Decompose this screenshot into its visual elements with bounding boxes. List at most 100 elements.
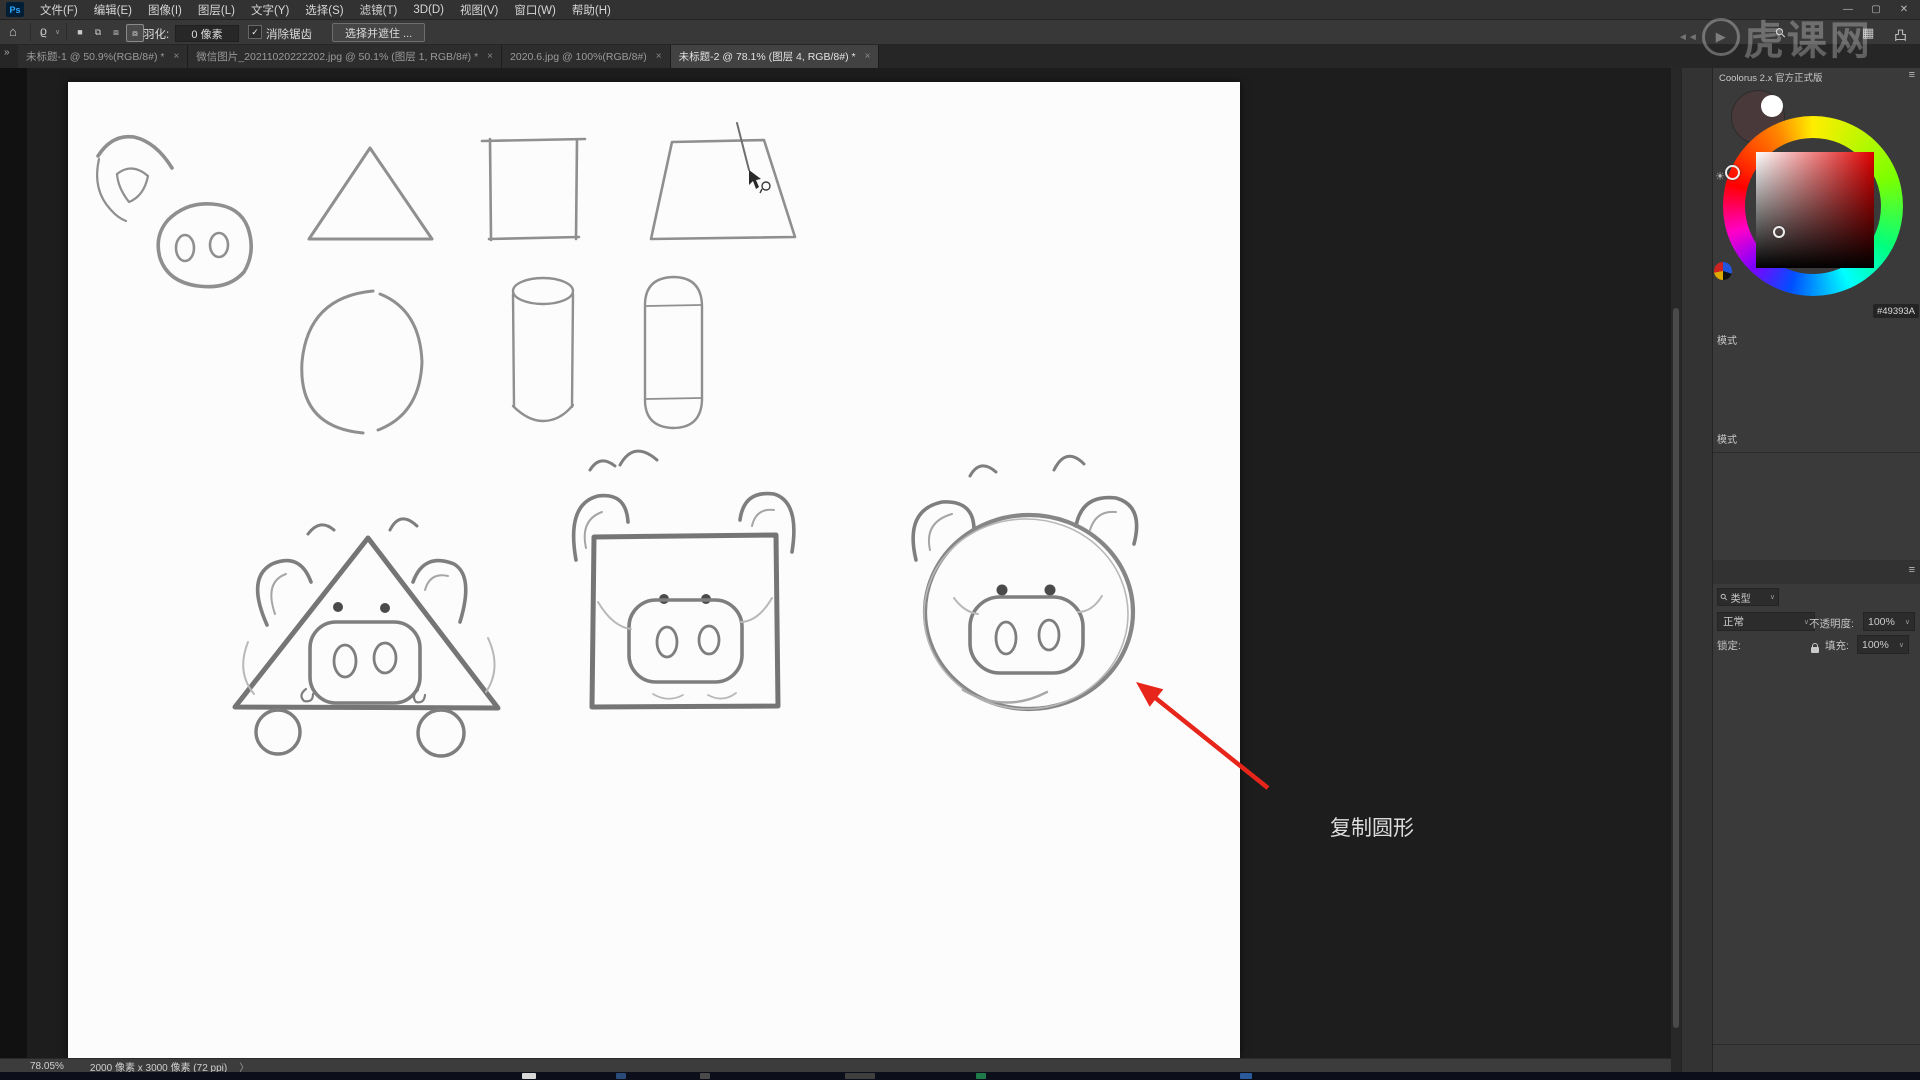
document-tab[interactable]: 微信图片_20211020222202.jpg @ 50.1% (图层 1, R… [188, 45, 503, 68]
fill-label: 填充: [1825, 640, 1849, 652]
minimize-button[interactable]: — [1834, 0, 1862, 19]
fill-value: 100% [1862, 638, 1889, 651]
menu-item[interactable]: 帮助(H) [564, 2, 619, 18]
layer-filter-dropdown[interactable]: ⚲ 类型 ∨ [1717, 588, 1779, 606]
status-bar: 78.05% 2000 像素 x 3000 像素 (72 ppi) 〉 [0, 1058, 1671, 1074]
home-icon[interactable]: ⌂ [9, 24, 17, 39]
opacity-label: 不透明度: [1809, 618, 1854, 630]
tab-close-icon[interactable]: × [656, 51, 662, 62]
menu-item[interactable]: 图像(I) [140, 2, 190, 18]
menu-item[interactable]: 滤镜(T) [352, 2, 406, 18]
background-color-swatch[interactable] [1761, 95, 1783, 117]
document-tab[interactable]: 未标题-2 @ 78.1% (图层 4, RGB/8#) * × [670, 45, 880, 68]
windows-taskbar[interactable] [0, 1072, 1920, 1080]
blend-mode-select[interactable]: 正常 ∨ [1717, 612, 1815, 631]
coolorus-mode-label: 模式 [1717, 336, 1737, 347]
sketch-square-pig [571, 449, 796, 710]
window-controls: — ▢ ✕ [1834, 0, 1918, 19]
coolorus-menu-icon[interactable]: ≡ [1909, 69, 1915, 81]
menu-item[interactable]: 视图(V) [452, 2, 506, 18]
sketch-drawing [96, 122, 1139, 758]
add-to-selection-icon[interactable]: ⧉ [90, 24, 106, 40]
saturation-value-square[interactable] [1756, 152, 1874, 268]
menu-item[interactable]: 窗口(W) [506, 2, 564, 18]
canvas-vertical-scrollbar[interactable] [1671, 68, 1681, 1072]
new-selection-icon[interactable]: ■ [72, 24, 88, 40]
layer-filter-caret: ∨ [1769, 594, 1775, 601]
hue-marker[interactable] [1725, 165, 1740, 180]
opacity-select[interactable]: 100% ∨ [1863, 612, 1915, 631]
tab-label: 2020.6.jpg @ 100%(RGB/8#) [510, 50, 647, 63]
tab-close-icon[interactable]: × [865, 51, 871, 62]
layers-menu-icon[interactable]: ≡ [1909, 564, 1915, 576]
menu-item[interactable]: 文件(F) [32, 2, 86, 18]
tab-close-icon[interactable]: × [487, 51, 493, 62]
antialias-checkbox[interactable]: ✓ [248, 25, 262, 39]
selection-mode-group: ■ ⧉ ⧈ ⧇ [72, 24, 144, 42]
coolorus-title: Coolorus 2.x 官方正式版 [1719, 73, 1823, 84]
color-modes-label: 模式 [1717, 435, 1737, 446]
workspace-icon[interactable]: ▦ [1862, 25, 1874, 41]
annotation-text: 复制圆形 [1330, 817, 1414, 840]
maximize-button[interactable]: ▢ [1862, 0, 1890, 19]
select-and-mask-button[interactable]: 选择并遮住 ... [332, 23, 426, 42]
lasso-tool-icon[interactable]: ϱ [40, 24, 47, 38]
document-tab[interactable]: 未标题-1 @ 50.9%(RGB/8#) * × [18, 45, 189, 68]
tab-label: 未标题-1 @ 50.9%(RGB/8#) * [26, 51, 165, 63]
tool-dropdown-icon[interactable]: ∨ [55, 28, 60, 36]
taskbar-icon[interactable] [700, 1073, 710, 1079]
layer-search-icon: ⚲ [1718, 590, 1730, 603]
color-scheme-icon[interactable] [1714, 262, 1732, 280]
taskbar-icon[interactable] [522, 1073, 536, 1079]
menu-item[interactable]: 文字(Y) [243, 2, 297, 18]
menu-bar: Ps 文件(F) 编辑(E) 图像(I) 图层(L) 文字(Y) 选择(S) 滤镜(T) 3D… [0, 0, 1920, 20]
menu-item[interactable]: 3D(D) [405, 4, 452, 16]
scrollbar-thumb[interactable] [1673, 308, 1679, 1028]
menu-items: 文件(F) 编辑(E) 图像(I) 图层(L) 文字(Y) 选择(S) 滤镜(T) 3D(D)… [32, 0, 619, 19]
sketch-triangle-pig [232, 517, 501, 758]
taskbar-icon[interactable] [976, 1073, 986, 1079]
layers-panel-tabs: ≡ [1713, 560, 1920, 584]
sketch-triangle [307, 146, 434, 241]
menu-item[interactable]: 选择(S) [297, 2, 351, 18]
feather-label: 羽化: [143, 29, 170, 41]
lock-label: 锁定: [1717, 640, 1741, 652]
taskbar-active-icon[interactable] [845, 1073, 875, 1079]
share-icon[interactable]: 凸 [1894, 25, 1907, 44]
fill-caret: ∨ [1898, 641, 1904, 649]
menu-item[interactable]: 编辑(E) [86, 2, 140, 18]
taskbar-icon[interactable] [616, 1073, 626, 1079]
feather-input[interactable]: 0 像素 [175, 25, 239, 42]
sketch-pig-ear [96, 134, 174, 223]
tab-label: 微信图片_20211020222202.jpg @ 50.1% (图层 1, R… [196, 51, 479, 63]
opacity-caret: ∨ [1904, 618, 1910, 626]
sketch-pig-snout [156, 202, 253, 289]
sv-cursor[interactable] [1773, 226, 1785, 238]
opacity-value: 100% [1868, 615, 1895, 628]
tab-overflow-icon[interactable]: » [4, 47, 10, 58]
sketch-capsule [643, 275, 704, 430]
taskbar-icon[interactable] [1240, 1073, 1252, 1079]
zoom-level[interactable]: 78.05% [30, 1061, 64, 1072]
sketch-square [480, 137, 587, 242]
search-icon[interactable]: ⚲ [1772, 24, 1790, 42]
layer-filter-label: 类型 [1730, 593, 1751, 605]
tab-label: 未标题-2 @ 78.1% (图层 4, RGB/8#) * [678, 51, 856, 63]
document-tab[interactable]: 2020.6.jpg @ 100%(RGB/8#) × [502, 45, 671, 68]
tool-options-bar: ⌂ ϱ ∨ ■ ⧉ ⧈ ⧇ 羽化: 0 像素 ✓ 消除锯齿 选择并遮住 ... ⚲ ▦… [0, 20, 1920, 45]
layers-bottom-bar [1713, 1044, 1920, 1069]
fill-select[interactable]: 100% ∨ [1857, 635, 1909, 654]
menu-item[interactable]: 图层(L) [190, 2, 243, 18]
photoshop-logo: Ps [6, 2, 24, 17]
sketch-cylinder [511, 276, 575, 423]
document-canvas[interactable] [68, 82, 1240, 1058]
brightness-icon[interactable]: ☀ [1715, 170, 1725, 183]
blend-mode-value: 正常 [1723, 616, 1744, 628]
intersect-selection-icon[interactable]: ⧇ [126, 24, 144, 42]
tab-close-icon[interactable]: × [173, 51, 179, 62]
lock-all-icon[interactable] [1811, 643, 1819, 653]
close-button[interactable]: ✕ [1890, 0, 1918, 19]
tab-strip: 未标题-1 @ 50.9%(RGB/8#) * × 微信图片_20211020222… [18, 45, 1920, 68]
subtract-from-selection-icon[interactable]: ⧈ [108, 24, 124, 40]
sketch-stray-stroke [736, 122, 750, 171]
